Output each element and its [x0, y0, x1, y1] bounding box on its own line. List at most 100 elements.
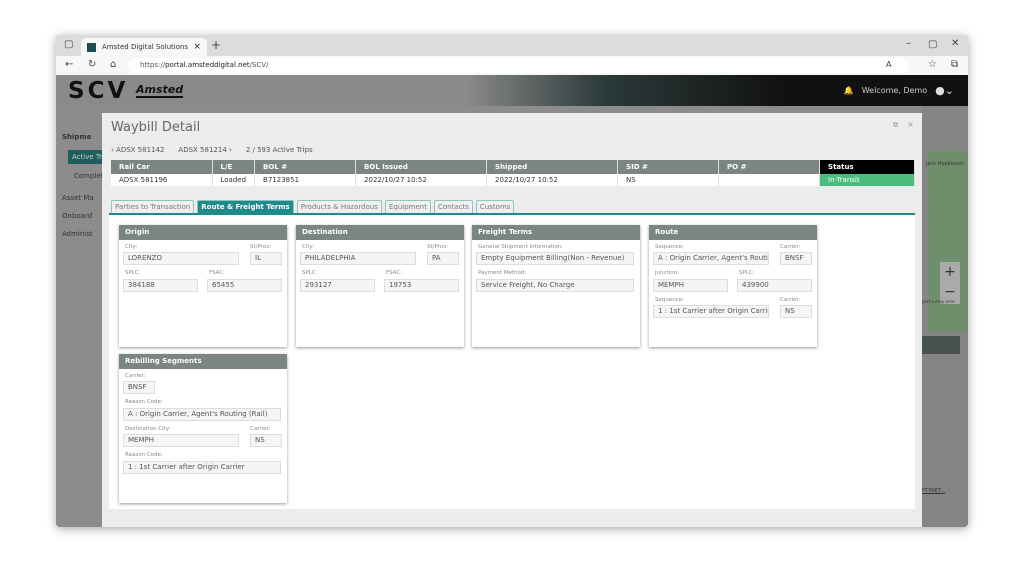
refresh-icon[interactable]: ↻: [88, 59, 96, 70]
status-badge: In-Transit: [819, 174, 915, 186]
label: General Shipment Information:: [478, 244, 564, 250]
user-avatar-icon[interactable]: ●⌄: [935, 84, 954, 97]
card-title: Rebilling Segments: [119, 354, 287, 369]
splc-field[interactable]: 293127: [300, 279, 375, 292]
label: Reason Code:: [125, 452, 163, 458]
tab-actions-icon[interactable]: ▢: [64, 39, 73, 50]
origin-card: Origin City: St/Prov: LORENZO IL SPLC: F…: [119, 225, 287, 347]
state-field[interactable]: PA: [427, 252, 459, 265]
sidebar: Shipme Active Tr Complet Asset Ma Onboar…: [56, 106, 103, 527]
sidebar-item-admin[interactable]: Administ: [62, 230, 93, 238]
destination-city-field[interactable]: MEMPH: [123, 434, 239, 447]
col-header: SID #: [617, 160, 720, 174]
reason-code-field[interactable]: 1 : 1st Carrier after Origin Carrier: [123, 461, 281, 474]
fsac-field[interactable]: 65455: [207, 279, 282, 292]
favorites-icon[interactable]: ☆: [928, 59, 937, 70]
minimize-icon[interactable]: –: [906, 38, 911, 49]
tab-customs[interactable]: Customs: [475, 200, 515, 213]
fsac-field[interactable]: 19753: [384, 279, 459, 292]
new-tab-icon[interactable]: +: [211, 38, 221, 52]
state-field[interactable]: IL: [250, 252, 282, 265]
url-input[interactable]: https://portal.amsteddigital.net/SCV/: [128, 58, 908, 73]
favicon-icon: [87, 42, 96, 52]
cell: 2022/10/27 10:52: [486, 174, 619, 186]
welcome-text: Welcome, Demo: [861, 86, 928, 95]
carrier-field[interactable]: NS: [250, 434, 282, 447]
tab-products[interactable]: Products & Hazardous: [296, 200, 382, 213]
cell: 2022/10/27 10:52: [355, 174, 488, 186]
read-aloud-icon[interactable]: A: [886, 60, 891, 69]
label: Sequence:: [655, 297, 684, 303]
sidebar-item-onboard[interactable]: Onboard: [62, 212, 92, 220]
reason-code-field[interactable]: A : Origin Carrier, Agent's Routing (Rai…: [123, 408, 281, 421]
card-title: Freight Terms: [472, 225, 640, 240]
map-error-link[interactable]: port a map error: [922, 299, 955, 304]
carrier-field[interactable]: BNSF: [123, 381, 155, 394]
close-tab-icon[interactable]: ×: [193, 42, 201, 52]
zoom-controls[interactable]: + −: [940, 262, 960, 304]
label: Destination City:: [125, 426, 171, 432]
browser-tabbar: ▢ Amsted Digital Solutions × + – ▢ ✕: [56, 35, 968, 56]
collections-icon[interactable]: ⧉: [951, 59, 958, 70]
sidebar-item-active-trips[interactable]: Active Tr: [68, 150, 102, 164]
sidebar-item-asset[interactable]: Asset Ma: [62, 194, 94, 202]
label: SPLC:: [302, 270, 318, 276]
map-place-label: Jack Hopkinson: [926, 161, 965, 167]
home-icon[interactable]: ⌂: [110, 59, 116, 70]
waybill-summary-table: Rail Car L/E BOL # BOL Issued Shipped SI…: [111, 160, 915, 186]
close-window-icon[interactable]: ✕: [951, 38, 959, 49]
map[interactable]: [928, 151, 968, 331]
sequence-field[interactable]: 1 : 1st Carrier after Origin Carrier: [653, 305, 769, 318]
junction-field[interactable]: MEMPH: [653, 279, 728, 292]
carrier-field[interactable]: NS: [780, 305, 812, 318]
label: Carrier:: [780, 244, 801, 250]
city-field[interactable]: LORENZO: [123, 252, 239, 265]
sidebar-item-completed[interactable]: Complet: [74, 172, 103, 180]
app-header: SCV Amsted 🔔 Welcome, Demo ●⌄: [56, 75, 968, 106]
tab-route-freight[interactable]: Route & Freight Terms: [197, 200, 294, 213]
browser-tab[interactable]: Amsted Digital Solutions ×: [81, 38, 207, 56]
cell: ADSX 581196: [111, 174, 213, 186]
card-title: Origin: [119, 225, 287, 240]
waybill-modal: Waybill Detail ⧉ × ‹ ADSX 581142 ADSX 58…: [102, 113, 922, 527]
label: Carrier:: [250, 426, 271, 432]
list-link[interactable]: PTYRET...: [922, 488, 945, 494]
tab-title: Amsted Digital Solutions: [102, 43, 189, 51]
label: SPLC:: [125, 270, 141, 276]
list-header: [922, 336, 960, 354]
shipment-info-field[interactable]: Empty Equipment Billing(Non - Revenue): [476, 252, 634, 265]
carrier-field[interactable]: BNSF: [780, 252, 812, 265]
prev-trip-link[interactable]: ‹ ADSX 581142: [111, 146, 164, 154]
label: Sequence:: [655, 244, 684, 250]
next-trip-link[interactable]: ADSX 581214 ›: [178, 146, 231, 154]
sequence-field[interactable]: A : Origin Carrier, Agent's Routing: [653, 252, 769, 265]
label: Reason Code:: [125, 399, 163, 405]
city-field[interactable]: PHILADELPHIA: [300, 252, 416, 265]
cell: [718, 174, 821, 186]
popout-icon[interactable]: ⧉: [893, 121, 898, 130]
card-title: Destination: [296, 225, 464, 240]
tab-contacts[interactable]: Contacts: [433, 200, 473, 213]
close-icon[interactable]: ×: [907, 120, 914, 129]
tab-parties[interactable]: Parties to Transaction: [111, 200, 195, 213]
col-header: Shipped: [486, 160, 619, 174]
col-header: BOL Issued: [355, 160, 488, 174]
sidebar-item-shipments[interactable]: Shipme: [62, 133, 91, 141]
payment-method-field[interactable]: Service Freight, No Charge: [476, 279, 634, 292]
label: St/Prov:: [250, 244, 272, 250]
col-header: PO #: [718, 160, 821, 174]
label: Payment Method:: [478, 270, 527, 276]
tab-equipment[interactable]: Equipment: [384, 200, 431, 213]
col-header: BOL #: [254, 160, 357, 174]
splc-field[interactable]: 439900: [737, 279, 812, 292]
table-row: ADSX 581196 Loaded B7123851 2022/10/27 1…: [111, 174, 915, 186]
bell-icon[interactable]: 🔔: [844, 86, 854, 95]
label: Carrier:: [780, 297, 801, 303]
label: City:: [302, 244, 315, 250]
route-card: Route Sequence: Carrier: A : Origin Carr…: [649, 225, 817, 347]
back-icon[interactable]: ←: [65, 59, 73, 70]
col-header: Rail Car: [111, 160, 213, 174]
splc-field[interactable]: 384188: [123, 279, 198, 292]
freight-terms-card: Freight Terms General Shipment Informati…: [472, 225, 640, 347]
maximize-icon[interactable]: ▢: [928, 39, 937, 50]
